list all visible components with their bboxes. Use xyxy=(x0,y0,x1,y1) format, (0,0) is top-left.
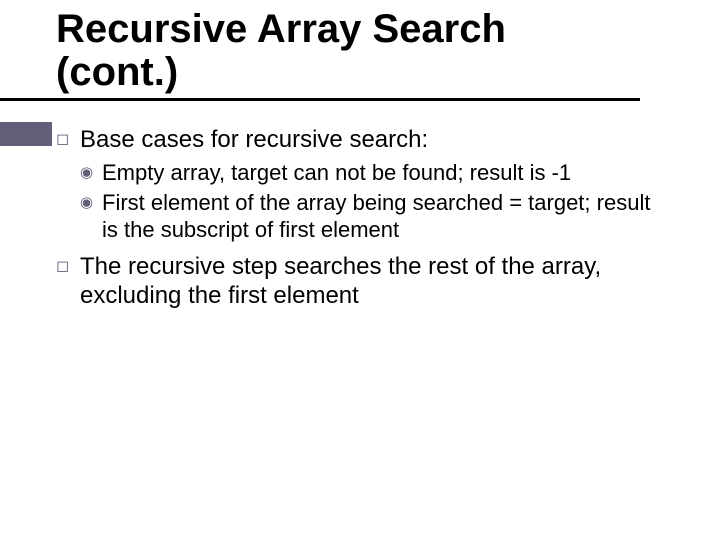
square-bullet-icon: ◻ xyxy=(56,125,80,155)
bullet-level2: ◉ First element of the array being searc… xyxy=(80,189,664,244)
bullet-level2: ◉ Empty array, target can not be found; … xyxy=(80,159,664,187)
title-underline xyxy=(0,98,640,101)
slide-title: Recursive Array Search (cont.) xyxy=(56,8,676,94)
title-block: Recursive Array Search (cont.) xyxy=(56,8,676,101)
body-text: ◻ Base cases for recursive search: ◉ Emp… xyxy=(56,125,664,310)
bullet-text: First element of the array being searche… xyxy=(102,189,664,244)
dot-circle-bullet-icon: ◉ xyxy=(80,159,102,186)
accent-bar xyxy=(0,122,52,146)
title-line-2: (cont.) xyxy=(56,50,178,94)
bullet-text: Base cases for recursive search: xyxy=(80,125,664,154)
slide: Recursive Array Search (cont.) ◻ Base ca… xyxy=(0,8,720,540)
bullet-level1: ◻ The recursive step searches the rest o… xyxy=(56,252,664,311)
square-bullet-icon: ◻ xyxy=(56,252,80,282)
bullet-level1: ◻ Base cases for recursive search: xyxy=(56,125,664,155)
sub-bullet-group: ◉ Empty array, target can not be found; … xyxy=(80,159,664,244)
dot-circle-bullet-icon: ◉ xyxy=(80,189,102,216)
bullet-text: The recursive step searches the rest of … xyxy=(80,252,664,311)
bullet-text: Empty array, target can not be found; re… xyxy=(102,159,664,187)
title-line-1: Recursive Array Search xyxy=(56,7,506,51)
